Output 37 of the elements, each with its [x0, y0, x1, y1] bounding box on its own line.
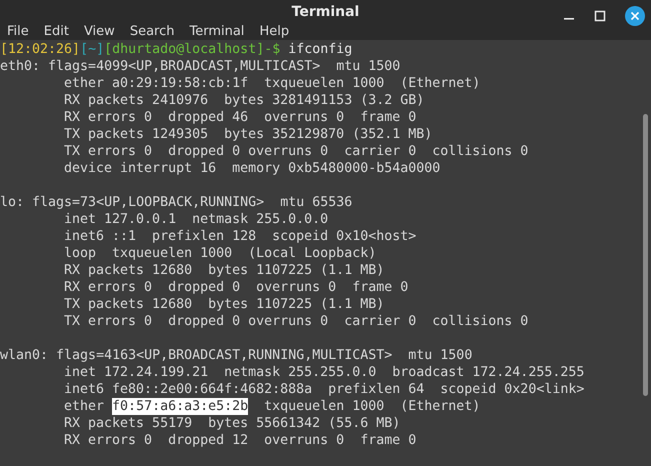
command-text: ifconfig	[288, 41, 352, 58]
menu-item[interactable]: Edit	[38, 24, 76, 40]
terminal-text: TX errors 0 dropped 0 overruns 0 carrier 0 collisions 0	[64, 313, 528, 330]
prompt-text: [~]	[80, 41, 104, 58]
selected-text: f0:57:a6:a3:e5:2b	[112, 398, 248, 415]
prompt-text: [dhurtado@localhost]-$	[104, 41, 280, 58]
terminal-text: TX errors 0 dropped 0 overruns 0 carrier 0 collisions 0	[64, 143, 528, 160]
terminal-text: inet6 fe80::2e00:664f:4682:888a prefixlen 64 scopeid 0x20<link>	[64, 381, 584, 398]
menu-item[interactable]: Terminal	[184, 24, 252, 40]
window-title: Terminal	[292, 4, 360, 20]
menu-item[interactable]: Help	[254, 24, 296, 40]
terminal-text: wlan0: flags=4163<UP,BROADCAST,RUNNING,MULTICAST> mtu 1500	[0, 347, 472, 364]
terminal-text: ether	[64, 398, 106, 415]
maximize-icon[interactable]	[594, 10, 606, 22]
menu-item[interactable]: View	[78, 24, 122, 40]
prompt-text: [12:02:26]	[0, 41, 80, 58]
terminal-text: inet 127.0.0.1 netmask 255.0.0.0	[64, 211, 328, 228]
menu-item[interactable]: File	[2, 24, 36, 40]
terminal-text: TX packets 1249305 bytes 352129870 (352.1 MB)	[64, 126, 432, 143]
terminal-text: RX packets 55179 bytes 55661342 (55.6 MB)	[64, 415, 400, 432]
terminal-text: RX errors 0 dropped 12 overruns 0 frame 0	[64, 432, 416, 449]
terminal-text: TX packets 12680 bytes 1107225 (1.1 MB)	[64, 296, 384, 313]
menu-item[interactable]: Search	[124, 24, 182, 40]
scrollbar[interactable]	[643, 114, 648, 396]
terminal-text: RX packets 2410976 bytes 3281491153 (3.2 GB)	[64, 92, 424, 109]
terminal-text: loop txqueuelen 1000 (Local Loopback)	[64, 245, 376, 262]
terminal-text: txqueuelen 1000 (Ethernet)	[263, 398, 480, 415]
terminal-text: RX errors 0 dropped 46 overruns 0 frame 0	[64, 109, 416, 126]
terminal-text: inet6 ::1 prefixlen 128 scopeid 0x10<host>	[64, 228, 416, 245]
terminal-text: RX packets 12680 bytes 1107225 (1.1 MB)	[64, 262, 384, 279]
terminal-text: lo: flags=73<UP,LOOPBACK,RUNNING> mtu 65536	[0, 194, 352, 211]
terminal-text: RX errors 0 dropped 0 overruns 0 frame 0	[64, 279, 408, 296]
close-icon[interactable]	[625, 6, 645, 26]
terminal-text: inet 172.24.199.21 netmask 255.255.0.0 broadcast 172.24.255.255	[64, 364, 584, 381]
terminal-text: ether a0:29:19:58:cb:1f txqueuelen 1000 (Ethernet)	[64, 75, 480, 92]
terminal-text: device interrupt 16 memory 0xb5480000-b54a0000	[64, 160, 440, 177]
terminal-text: eth0: flags=4099<UP,BROADCAST,MULTICAST> mtu 1500	[0, 58, 400, 75]
